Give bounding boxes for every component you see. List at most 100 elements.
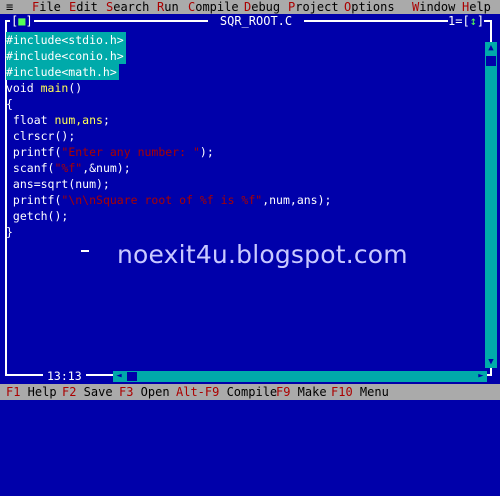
fkey-compile[interactable]: Alt-F9 Compile (176, 384, 277, 400)
code-line: #include<math.h> (6, 64, 486, 80)
string-literal: "%f" (54, 161, 83, 175)
function-call: ans=sqrt (6, 177, 69, 191)
punctuation: ); (199, 145, 214, 159)
keyword: float (6, 113, 48, 127)
fkey-save[interactable]: F2 Save (62, 384, 113, 400)
fkey-compile-label: Compile (219, 385, 278, 399)
fkey-compile-key: Alt-F9 (176, 385, 220, 399)
menu-compile-label: ompile (195, 0, 239, 14)
menu-options[interactable]: Options (344, 0, 395, 14)
menu-options-label: ptions (351, 0, 395, 14)
editor-status-line: 13:13 ◄ ► (5, 369, 487, 383)
fkey-open-label: Open (133, 385, 170, 399)
code-line: printf("Enter any number: "); (6, 144, 486, 160)
fkey-help-key: F1 (6, 385, 21, 399)
code-line: printf("\n\nSquare root of %f is %f",num… (6, 192, 486, 208)
preprocessor-directive: #include<conio.h> (6, 48, 126, 64)
menu-compile[interactable]: Compile (188, 0, 239, 14)
menu-run[interactable]: Run (157, 0, 179, 14)
fkey-save-label: Save (76, 385, 113, 399)
zoom-button[interactable]: 1=[↕] (448, 14, 485, 28)
horizontal-scroll-thumb[interactable] (127, 372, 137, 381)
horizontal-scrollbar[interactable]: ◄ ► (113, 371, 487, 382)
punctuation: (); (47, 209, 69, 223)
fkey-open-key: F3 (119, 385, 134, 399)
keyword: void (6, 81, 34, 95)
function-call: getch (6, 209, 48, 223)
scroll-left-arrow-icon[interactable]: ◄ (113, 371, 125, 382)
fkey-menu-label: Menu (352, 385, 389, 399)
editor-title-bar: [■] SQR_ROOT.C 1=[↕] (0, 14, 500, 28)
function-call: printf (6, 193, 55, 207)
string-literal: "Enter any number: " (61, 145, 200, 159)
punctuation: ,&num); (82, 161, 131, 175)
code-line: } (6, 224, 486, 240)
scroll-down-arrow-icon[interactable]: ▼ (485, 356, 497, 368)
punctuation: { (6, 97, 13, 111)
fkey-help-label: Help (20, 385, 57, 399)
menu-file[interactable]: File (32, 0, 61, 14)
close-button[interactable]: [■] (10, 14, 34, 28)
menu-help[interactable]: Help (462, 0, 491, 14)
code-line: #include<conio.h> (6, 48, 486, 64)
menu-window[interactable]: Window (412, 0, 455, 14)
menu-debug[interactable]: Debug (244, 0, 280, 14)
scroll-right-arrow-icon[interactable]: ► (475, 371, 487, 382)
cursor-position: 13:13 (43, 369, 86, 383)
code-line: float num,ans; (6, 112, 486, 128)
menu-search-label: earch (113, 0, 150, 14)
close-icon: ■ (18, 14, 26, 28)
text-cursor (81, 250, 89, 252)
function-key-bar: F1 Help F2 Save F3 Open Alt-F9 Compile F… (0, 384, 500, 400)
punctuation: (); (54, 129, 76, 143)
menu-bar: ≡ File Edit Search Run Compile Debug Pro… (0, 0, 500, 14)
fkey-make-label: Make (290, 385, 327, 399)
code-line: scanf("%f",&num); (6, 160, 486, 176)
menu-project[interactable]: Project (288, 0, 339, 14)
preprocessor-directive: #include<stdio.h> (6, 32, 126, 48)
code-line: void main() (6, 80, 486, 96)
punctuation: ,num,ans); (262, 193, 332, 207)
fkey-help[interactable]: F1 Help (6, 384, 57, 400)
function-call: scanf (6, 161, 48, 175)
code-line: #include<stdio.h> (6, 32, 486, 48)
punctuation: ; (102, 113, 110, 127)
watermark-text: noexit4u.blogspot.com (117, 240, 408, 269)
identifier: main (33, 81, 69, 95)
vertical-scroll-thumb[interactable] (486, 56, 496, 66)
identifier: num,ans (47, 113, 103, 127)
fkey-open[interactable]: F3 Open (119, 384, 170, 400)
window-title: SQR_ROOT.C (208, 14, 304, 28)
punctuation: () (68, 81, 83, 95)
zoom-icon: ↕ (469, 14, 477, 28)
punctuation: } (6, 225, 13, 239)
editor-window: [■] SQR_ROOT.C 1=[↕] #include<stdio.h> #… (0, 14, 500, 384)
menu-help-label: elp (469, 0, 491, 14)
menu-debug-label: ebug (251, 0, 281, 14)
menu-run-label: un (164, 0, 179, 14)
punctuation: (num); (68, 177, 110, 191)
code-line: ans=sqrt(num); (6, 176, 486, 192)
menu-project-label: roject (295, 0, 339, 14)
code-area[interactable]: #include<stdio.h> #include<conio.h> #inc… (6, 32, 486, 240)
preprocessor-directive: #include<math.h> (6, 64, 119, 80)
code-line: { (6, 96, 486, 112)
fkey-make[interactable]: F9 Make (276, 384, 327, 400)
string-literal: "\n\nSquare root of %f is %f" (61, 193, 263, 207)
fkey-menu-key: F10 (331, 385, 353, 399)
menu-search[interactable]: Search (106, 0, 149, 14)
fkey-menu[interactable]: F10 Menu (331, 384, 389, 400)
menu-edit[interactable]: Edit (69, 0, 98, 14)
window-number: 1 (448, 14, 456, 28)
function-call: clrscr (6, 129, 55, 143)
scroll-up-arrow-icon[interactable]: ▲ (485, 42, 497, 54)
menu-file-label: ile (39, 0, 61, 14)
vertical-scrollbar[interactable]: ▲ ▼ (485, 42, 497, 368)
code-line: getch(); (6, 208, 486, 224)
code-line: clrscr(); (6, 128, 486, 144)
system-menu-icon[interactable]: ≡ (6, 0, 13, 14)
fkey-save-key: F2 (62, 385, 77, 399)
menu-edit-label: dit (76, 0, 98, 14)
fkey-make-key: F9 (276, 385, 291, 399)
menu-window-label: indow (419, 0, 456, 14)
